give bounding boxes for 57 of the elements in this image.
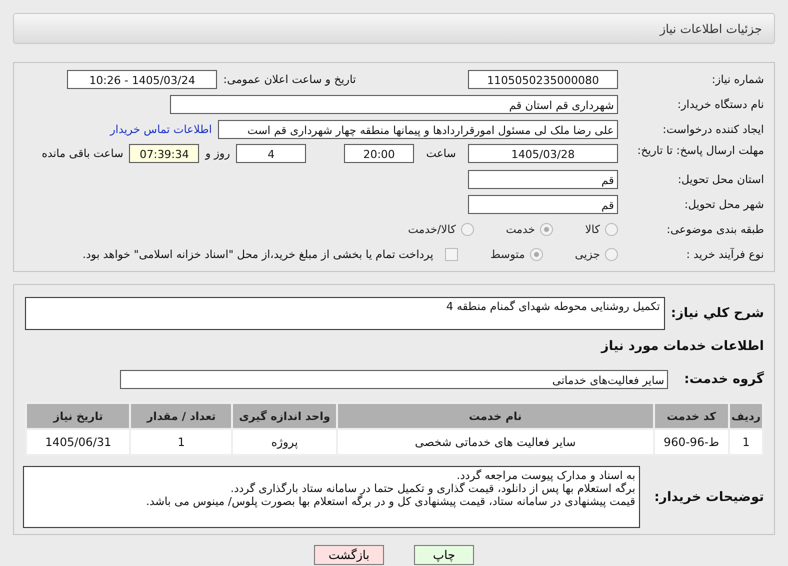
input-field[interactable]: قم [468, 195, 618, 214]
input-field[interactable]: 4 [236, 144, 306, 163]
radio-button[interactable] [605, 223, 618, 236]
column-header: تاریخ نیاز [26, 403, 130, 429]
field-label: مهلت ارسال پاسخ: تا تاریخ: [636, 144, 764, 157]
radio-label: کالا/خدمت [408, 223, 456, 236]
field-label: ایجاد کننده درخواست: [662, 123, 764, 136]
table-cell: سایر فعالیت های خدماتی شخصی [336, 429, 654, 455]
back-button[interactable]: بازگشت [314, 545, 384, 565]
input-field[interactable]: قم [468, 170, 618, 189]
field-label: روز و [205, 147, 230, 160]
input-field[interactable]: 20:00 [344, 144, 414, 163]
field-label: شرح کلي نياز: [670, 306, 764, 321]
radio-label: جزیی [574, 248, 600, 261]
field-label: نوع فرآیند خرید : [685, 248, 764, 261]
field-label: ساعت [426, 147, 456, 160]
field-label: گروه خدمت: [684, 372, 764, 387]
column-header: واحد اندازه گیری [232, 403, 337, 429]
checkbox[interactable] [445, 248, 458, 261]
field-label: طبقه بندی موضوعی: [666, 223, 764, 236]
description-box[interactable]: تکمیل روشنایی محوطه شهدای گمنام منطقه 4 [24, 297, 665, 330]
table-cell: 1405/06/31 [26, 429, 130, 455]
column-header: ردیف [729, 403, 763, 429]
radio-label: کالا [585, 223, 600, 236]
table-cell: 1 [130, 429, 232, 455]
radio-button[interactable] [460, 223, 474, 236]
table-cell: ط-96-960 [654, 429, 730, 455]
column-header: کد خدمت [654, 403, 730, 429]
print-button[interactable]: چاپ [414, 545, 474, 565]
notes-box[interactable]: به اسناد و مدارک پیوست مراجعه گردد. برگه استعلام بها پس از دانلود، قیمت گذاری و تکمیل حتما در سامانه ستاد بارگذاری گردد. قیمت پیشنهادی در سامانه ستاد، قیمت پیشنهادی کل و در برگه استعلام بها بصورت پلوس/ مینوس می باشد. [23, 466, 640, 528]
page-title: جزئیات اطلاعات نیاز [660, 22, 762, 36]
input-field[interactable]: 1405/03/24 - 10:26 [67, 70, 218, 89]
field-label: استان محل تحویل: [676, 173, 764, 186]
radio-button[interactable] [605, 248, 618, 261]
radio-label: خدمت [506, 223, 536, 236]
column-header: تعداد / مقدار [130, 403, 232, 429]
table-cell: پروژه [232, 429, 337, 455]
field-label: توضیحات خریدار: [654, 490, 764, 504]
input-field[interactable]: شهرداری قم استان قم [170, 95, 618, 114]
input-field[interactable]: 07:39:34 [129, 144, 200, 163]
input-field[interactable]: علی رضا ملک لی مسئول امورقراردادها و پیمانها منطقه چهار شهرداری قم است [218, 120, 618, 139]
field-label: نام دستگاه خریدار: [676, 98, 764, 111]
table-cell: 1 [729, 429, 763, 455]
field-label: شماره نیاز: [710, 73, 764, 86]
radio-button[interactable] [540, 223, 554, 236]
field-label: تاریخ و ساعت اعلان عمومی: [223, 73, 356, 86]
input-field[interactable]: 1105050235000080 [468, 70, 618, 89]
radio-button[interactable] [530, 248, 543, 261]
section-title: اطلاعات خدمات مورد نیاز [601, 339, 764, 354]
input-field[interactable]: سایر فعالیت‌های خدماتی [120, 370, 668, 389]
contact-link[interactable]: اطلاعات تماس خریدار [110, 123, 212, 136]
payment-note: پرداخت تمام یا بخشی از مبلغ خرید،از محل "اسناد خزانه اسلامی" خواهد بود. [82, 248, 434, 261]
column-header: نام خدمت [336, 403, 654, 429]
field-label: شهر محل تحویل: [683, 198, 764, 211]
radio-label: متوسط [490, 248, 525, 261]
input-field[interactable]: 1405/03/28 [468, 144, 618, 163]
field-label: ساعت باقی مانده [42, 147, 124, 160]
